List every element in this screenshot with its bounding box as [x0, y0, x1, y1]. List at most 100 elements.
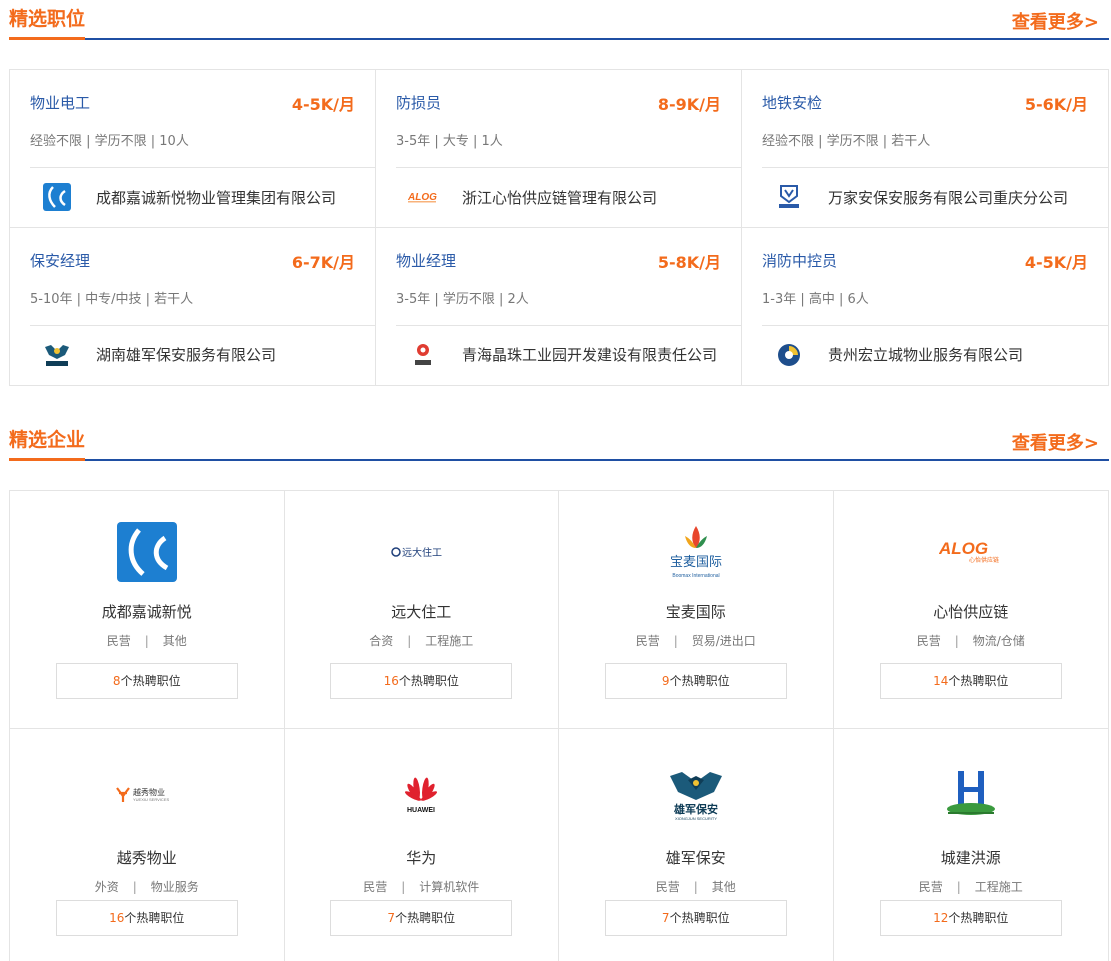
job-card[interactable]: 物业电工 4-5K/月 经验不限 | 学历不限 | 10人 成都嘉诚新悦物业管理… [10, 70, 376, 228]
company-type: 民营 [635, 634, 660, 648]
jiacheng-logo-icon [112, 521, 182, 583]
hot-jobs-label: 个热聘职位 [948, 674, 1009, 688]
divider [396, 167, 741, 168]
job-company[interactable]: 成都嘉诚新悦物业管理集团有限公司 [30, 182, 336, 212]
hot-jobs-count: 14 [933, 674, 949, 688]
hot-jobs-count: 7 [661, 911, 670, 925]
hot-jobs-button[interactable]: 9个热聘职位 [604, 663, 787, 699]
company-name[interactable]: 贵州宏立城物业服务有限公司 [828, 344, 1023, 365]
company-type: 民营 [918, 880, 943, 894]
job-title[interactable]: 物业经理 [396, 250, 456, 271]
huawei-logo-text: HUAWEI [407, 807, 435, 814]
job-title[interactable]: 防损员 [396, 92, 441, 113]
featured-jobs-grid: 物业电工 4-5K/月 经验不限 | 学历不限 | 10人 成都嘉诚新悦物业管理… [9, 69, 1109, 386]
hongyuan-logo-icon [936, 763, 1006, 825]
company-card[interactable]: 城建洪源 民营 | 工程施工 12个热聘职位 [834, 729, 1109, 961]
company-tags: 民营 | 其他 [106, 634, 187, 648]
company-industry: 其他 [162, 634, 187, 648]
company-card[interactable]: 雄军保安 XIONGJUN SECURITY 雄军保安 民营 | 其他 7个热聘职位 [559, 729, 834, 961]
hot-jobs-button[interactable]: 7个热聘职位 [330, 900, 513, 936]
hot-jobs-count: 12 [933, 911, 949, 925]
job-card[interactable]: 物业经理 5-8K/月 3-5年 | 学历不限 | 2人 青海晶珠工业园开发建设… [376, 227, 742, 385]
xiongjun-logo-icon [42, 340, 72, 370]
job-title[interactable]: 物业电工 [30, 92, 90, 113]
company-card[interactable]: HUAWEI 华为 民营 | 计算机软件 7个热聘职位 [285, 729, 559, 961]
company-tags: 民营 | 计算机软件 [363, 880, 480, 894]
company-name[interactable]: 华为 [285, 847, 559, 868]
job-card[interactable]: 消防中控员 4-5K/月 1-3年 | 高中 | 6人 贵州宏立城物业服务有限公… [742, 228, 1108, 386]
hot-jobs-count: 9 [661, 674, 670, 688]
company-industry: 工程施工 [974, 880, 1023, 894]
hot-jobs-count: 8 [112, 674, 121, 688]
company-type: 民营 [106, 634, 131, 648]
hot-jobs-button[interactable]: 16个热聘职位 [330, 663, 513, 699]
featured-companies-grid: 成都嘉诚新悦 民营 | 其他 8个热聘职位 远大住工 远大住工 合资 | 工程施工 16… [9, 490, 1109, 961]
company-card[interactable]: 远大住工 远大住工 合资 | 工程施工 16个热聘职位 [284, 491, 559, 729]
company-name[interactable]: 万家安保安服务有限公司重庆分公司 [828, 187, 1068, 208]
hot-jobs-label: 个热聘职位 [398, 674, 459, 688]
job-title[interactable]: 地铁安检 [762, 92, 822, 113]
hot-jobs-button[interactable]: 14个热聘职位 [879, 663, 1062, 699]
job-company[interactable]: ALOG 浙江心怡供应链管理有限公司 [396, 182, 657, 212]
job-salary: 6-7K/月 [291, 252, 355, 272]
jingzhu-logo-icon [408, 340, 438, 370]
job-salary: 4-5K/月 [1024, 252, 1088, 272]
featured-companies-more-link[interactable]: 查看更多> [1012, 429, 1099, 455]
divider [762, 167, 1108, 168]
xiongjun-logo-subtext: XIONGJUN SECURITY [675, 816, 717, 821]
hot-jobs-label: 个热聘职位 [395, 911, 456, 925]
hot-jobs-button[interactable]: 8个热聘职位 [55, 663, 238, 699]
job-title[interactable]: 保安经理 [30, 250, 90, 271]
wanjiaan-logo-icon [774, 182, 804, 212]
job-card[interactable]: 保安经理 6-7K/月 5-10年 | 中专/中技 | 若干人 湖南雄军保安服务… [10, 227, 376, 385]
hot-jobs-count: 16 [109, 911, 125, 925]
company-type: 民营 [363, 880, 388, 894]
job-requirements: 经验不限 | 学历不限 | 10人 [30, 134, 189, 149]
company-industry: 其他 [711, 880, 736, 894]
alog-logo-text: ALOG [939, 540, 988, 558]
company-name[interactable]: 越秀物业 [10, 847, 284, 868]
company-name[interactable]: 远大住工 [285, 601, 559, 622]
company-name[interactable]: 城建洪源 [834, 847, 1109, 868]
job-title[interactable]: 消防中控员 [762, 250, 837, 271]
company-card[interactable]: ALOG 心怡供应链 心怡供应链 民营 | 物流/仓储 14个热聘职位 [833, 491, 1109, 729]
company-name[interactable]: 湖南雄军保安服务有限公司 [96, 344, 276, 365]
job-card[interactable]: 地铁安检 5-6K/月 经验不限 | 学历不限 | 若干人 万家安保安服务有限公… [742, 70, 1108, 228]
job-card[interactable]: 防损员 8-9K/月 3-5年 | 大专 | 1人 ALOG 浙江心怡供应链管理… [376, 70, 742, 228]
job-company[interactable]: 万家安保安服务有限公司重庆分公司 [762, 182, 1068, 212]
yuexiu-logo-icon: 越秀物业 YUEXIU SERVICES [112, 763, 182, 825]
job-salary: 8-9K/月 [657, 95, 721, 114]
hot-jobs-count: 16 [383, 674, 399, 688]
company-tags: 外资 | 物业服务 [94, 880, 199, 894]
company-card[interactable]: 宝麦国际 Boomax International 宝麦国际 民营 | 贸易/进出口 … [559, 491, 834, 729]
alog-logo-subtext: 心怡供应链 [969, 556, 999, 564]
job-company[interactable]: 湖南雄军保安服务有限公司 [30, 340, 276, 370]
hot-jobs-label: 个热聘职位 [669, 674, 730, 688]
company-card[interactable]: 成都嘉诚新悦 民营 | 其他 8个热聘职位 [10, 491, 285, 729]
featured-jobs-more-link[interactable]: 查看更多> [1012, 8, 1099, 34]
company-name[interactable]: 成都嘉诚新悦物业管理集团有限公司 [96, 187, 336, 208]
company-name[interactable]: 宝麦国际 [559, 601, 833, 622]
hot-jobs-button[interactable]: 16个热聘职位 [55, 900, 238, 936]
job-company[interactable]: 青海晶珠工业园开发建设有限责任公司 [396, 340, 717, 370]
company-name[interactable]: 成都嘉诚新悦 [10, 601, 284, 622]
hot-jobs-count: 7 [387, 911, 396, 925]
company-name[interactable]: 雄军保安 [559, 847, 833, 868]
company-name[interactable]: 浙江心怡供应链管理有限公司 [462, 187, 657, 208]
yuanda-logo-icon: 远大住工 [386, 521, 456, 583]
divider [396, 324, 741, 326]
company-card[interactable]: 越秀物业 YUEXIU SERVICES 越秀物业 外资 | 物业服务 16个热聘职位 [10, 729, 285, 961]
featured-companies-title: 精选企业 [9, 425, 86, 461]
hot-jobs-label: 个热聘职位 [124, 911, 185, 925]
hot-jobs-label: 个热聘职位 [948, 911, 1009, 925]
company-name[interactable]: 心怡供应链 [834, 601, 1109, 622]
yuanda-logo-text: 远大住工 [402, 546, 442, 559]
job-company[interactable]: 贵州宏立城物业服务有限公司 [762, 340, 1023, 370]
hot-jobs-button[interactable]: 12个热聘职位 [879, 900, 1062, 936]
company-type: 合资 [369, 634, 394, 648]
xiongjun-logo-icon: 雄军保安 XIONGJUN SECURITY [661, 763, 731, 825]
company-name[interactable]: 青海晶珠工业园开发建设有限责任公司 [462, 344, 717, 365]
yuexiu-logo-text: 越秀物业 [133, 787, 165, 797]
job-requirements: 3-5年 | 大专 | 1人 [396, 134, 503, 149]
hot-jobs-button[interactable]: 7个热聘职位 [604, 900, 787, 936]
